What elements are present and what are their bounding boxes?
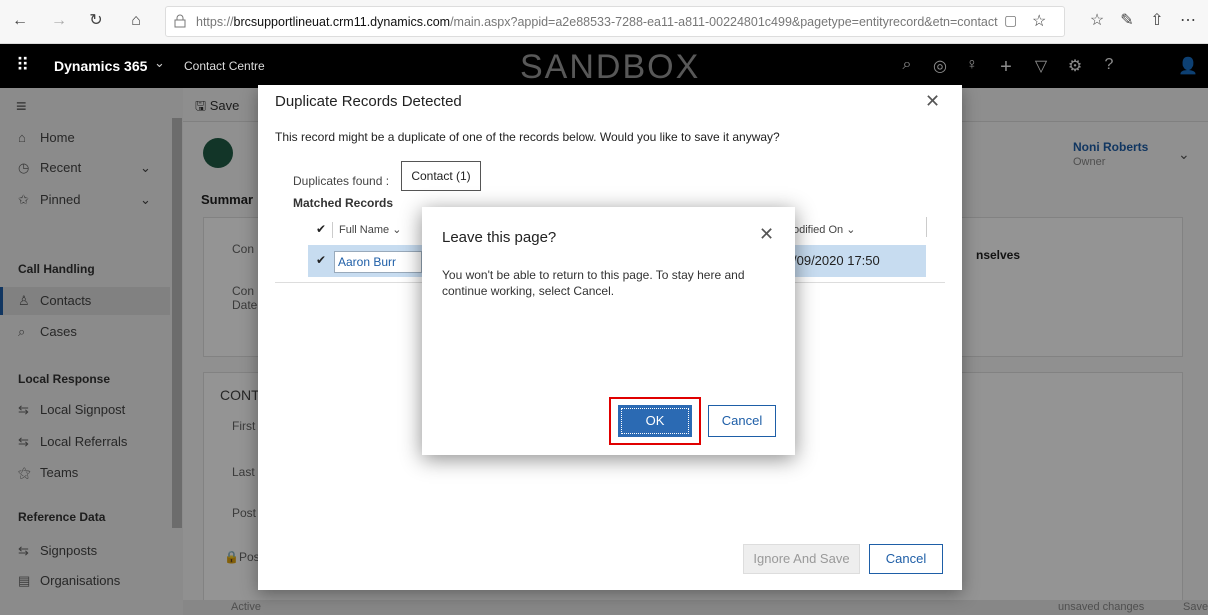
forward-icon[interactable]: → [47,9,71,33]
row-modified-on: /09/2020 17:50 [793,253,880,268]
more-icon[interactable]: ⋯ [1176,9,1200,33]
dialog-message: This record might be a duplicate of one … [275,130,780,144]
select-all-check[interactable]: ✔ [316,222,326,236]
close-icon[interactable]: ✕ [759,224,774,245]
divider [926,217,927,237]
reader-view-icon[interactable]: ▢ [1004,12,1017,29]
ok-button[interactable]: OK [618,405,692,437]
column-modified-on[interactable]: odified On ⌄ [793,223,855,236]
filter-icon[interactable]: ▽ [1029,56,1053,78]
url-prefix: https:// [196,15,234,29]
new-icon[interactable]: + [994,56,1018,78]
cancel-button[interactable]: Cancel [708,405,776,437]
url-path: /main.aspx?appid=a2e88533-7288-ea11-a811… [450,15,998,29]
sandbox-watermark: SANDBOX [520,48,701,86]
pen-icon[interactable]: ✎ [1115,9,1139,33]
dialog-title: Leave this page? [442,229,557,246]
refresh-icon[interactable]: ↻ [84,9,108,33]
help-icon[interactable]: ? [1097,56,1121,78]
dialog-message: You won't be able to return to this page… [442,268,745,298]
area-name: Contact Centre [184,59,265,73]
lock-icon [174,14,186,28]
row-check[interactable]: ✔ [316,253,326,267]
matched-records-heading: Matched Records [293,196,394,210]
divider [332,222,333,238]
leave-page-dialog: Leave this page? ✕ You won't be able to … [422,207,795,455]
duplicates-found-select[interactable]: Contact (1) [401,161,481,191]
url-domain: brcsupportlineuat.crm11.dynamics.com [233,15,451,29]
task-icon[interactable]: ◎ [928,56,952,78]
user-icon[interactable]: 👤 [1176,56,1200,78]
app-name[interactable]: Dynamics 365 [54,58,147,74]
url-text: https://brcsupportlineuat.crm11.dynamics… [196,15,998,29]
favorites-icon[interactable]: ☆ [1085,9,1109,33]
search-icon[interactable]: ⌕ [895,56,919,78]
dialog-title: Duplicate Records Detected [275,93,462,110]
star-icon[interactable]: ☆ [1032,11,1046,31]
chevron-down-icon[interactable]: ⌄ [154,55,165,71]
row-full-name[interactable]: Aaron Burr [338,255,396,269]
address-bar[interactable]: https://brcsupportlineuat.crm11.dynamics… [165,6,1065,37]
column-label: odified On [793,224,844,236]
chevron-down-icon: ⌄ [392,224,402,236]
lightbulb-icon[interactable]: ♀ [960,56,984,78]
chevron-down-icon: ⌄ [846,224,856,236]
home-icon[interactable]: ⌂ [124,9,148,33]
share-icon[interactable]: ⇧ [1145,9,1169,33]
duplicates-found-label: Duplicates found : [293,174,390,188]
column-full-name[interactable]: Full Name ⌄ [339,223,401,236]
back-icon[interactable]: ← [8,9,32,33]
waffle-icon[interactable]: ⠿ [16,55,29,76]
close-icon[interactable]: ✕ [925,91,940,112]
column-label: Full Name [339,224,390,236]
app-header: ⠿ Dynamics 365 ⌄ Contact Centre SANDBOX … [0,44,1208,88]
ignore-and-save-button[interactable]: Ignore And Save [743,544,860,574]
gear-icon[interactable]: ⚙ [1063,56,1087,78]
cancel-button[interactable]: Cancel [869,544,943,574]
browser-toolbar: ← → ↻ ⌂ https://brcsupportlineuat.crm11.… [0,0,1208,44]
